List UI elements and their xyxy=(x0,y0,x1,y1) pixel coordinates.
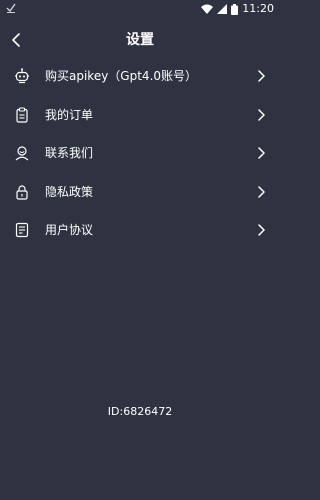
signal-icon xyxy=(217,4,228,14)
user-id-label: ID:6826472 xyxy=(107,405,173,418)
lock-icon xyxy=(14,184,30,200)
chevron-right-icon xyxy=(256,69,266,83)
status-icons: 11:20 xyxy=(201,2,274,16)
page-title: 设置 xyxy=(126,32,154,48)
menu-item-label: 联系我们 xyxy=(45,146,94,161)
status-time: 11:20 xyxy=(242,2,274,15)
menu-item-label: 用户协议 xyxy=(45,223,94,238)
menu-item-buy-apikey[interactable]: 购买apikey（Gpt4.0账号） xyxy=(0,57,280,96)
settings-menu: 购买apikey（Gpt4.0账号） 我的订单 联系我们 隐私政策 用户协议 xyxy=(0,57,280,250)
settings-screen: 11:20 设置 购买apikey（Gpt4.0账号） 我的订单 联系我们 隐私… xyxy=(0,0,280,500)
menu-item-label: 隐私政策 xyxy=(45,184,94,199)
menu-item-my-orders[interactable]: 我的订单 xyxy=(0,96,280,135)
chevron-right-icon xyxy=(256,146,266,160)
robot-icon xyxy=(14,68,30,84)
menu-item-label: 我的订单 xyxy=(45,107,94,122)
header: 设置 xyxy=(0,22,280,58)
menu-item-label: 购买apikey（Gpt4.0账号） xyxy=(45,69,198,84)
clipboard-icon xyxy=(14,107,30,123)
battery-icon xyxy=(231,3,239,15)
document-icon xyxy=(14,222,30,238)
menu-item-user-agreement[interactable]: 用户协议 xyxy=(0,211,280,250)
chevron-right-icon xyxy=(256,185,266,199)
menu-item-privacy-policy[interactable]: 隐私政策 xyxy=(0,173,280,212)
check-notification-icon xyxy=(6,3,16,13)
chevron-right-icon xyxy=(256,223,266,237)
menu-item-contact-us[interactable]: 联系我们 xyxy=(0,134,280,173)
person-icon xyxy=(14,145,30,161)
status-bar: 11:20 xyxy=(0,0,280,18)
chevron-right-icon xyxy=(256,108,266,122)
wifi-icon xyxy=(201,4,214,14)
